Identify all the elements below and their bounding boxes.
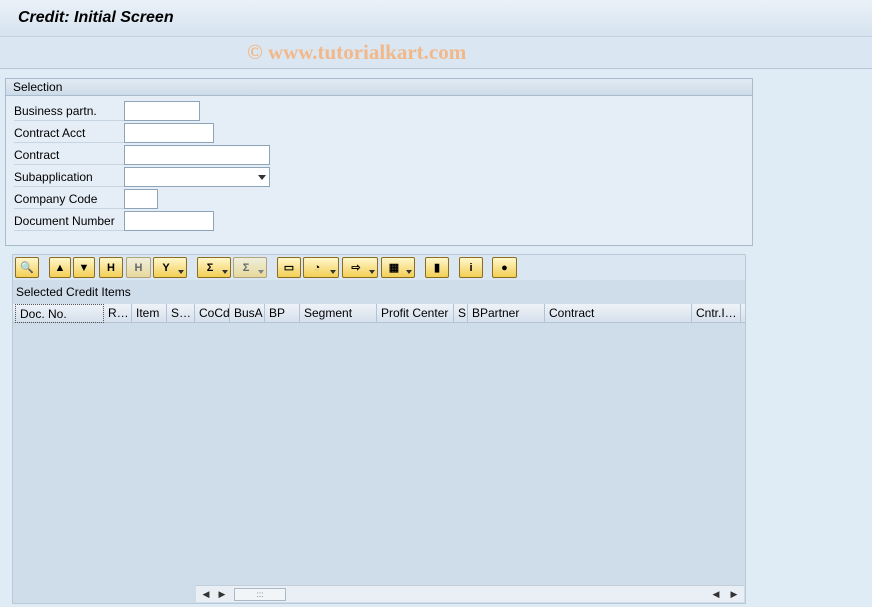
field-label: Company Code — [14, 189, 124, 209]
company-code-input[interactable] — [124, 189, 158, 209]
find-icon: H — [107, 261, 115, 274]
scroll-right-icon[interactable]: ▶ — [214, 587, 230, 602]
sort-ascending-button[interactable]: ▲ — [49, 257, 71, 278]
field-label: Contract Acct — [14, 123, 124, 143]
sum-icon: Σ — [206, 261, 214, 274]
dropdown-arrow-icon[interactable] — [406, 270, 412, 274]
scroll-thumb[interactable]: ::: — [234, 588, 286, 601]
column-header[interactable]: Segment — [300, 304, 377, 323]
chevron-down-icon[interactable] — [258, 175, 266, 180]
print-preview-icon: ▭ — [283, 262, 295, 274]
alv-grid: 🔍 ▲ ▼ H H Y Σ Σ ▭ ◔ ⇨ ▦ ▮ i ● Selected Credit Items Do… — [12, 254, 746, 604]
field-label: Contract — [14, 145, 124, 165]
details-icon: 🔍 — [20, 262, 34, 274]
sort-descending-button[interactable]: ▼ — [73, 257, 95, 278]
scroll-right-end-icon[interactable]: ▶ — [726, 587, 742, 602]
export-icon: ◔ — [313, 261, 321, 274]
grid-body — [13, 324, 745, 582]
dropdown-arrow-icon[interactable] — [178, 270, 184, 274]
contract-input[interactable] — [124, 145, 270, 165]
watermark: © www.tutorialkart.com — [247, 40, 467, 64]
subapplication-input[interactable] — [124, 167, 270, 187]
graphic-icon: ▮ — [433, 262, 441, 274]
color-wheel-icon: ● — [501, 261, 508, 274]
column-header[interactable]: Profit Center — [377, 304, 454, 323]
local-file-icon: ⇨ — [351, 262, 361, 274]
details-button[interactable]: 🔍 — [15, 257, 39, 278]
find-button[interactable]: H — [99, 257, 123, 278]
scroll-left-icon[interactable]: ◀ — [198, 587, 214, 602]
document-number-input[interactable] — [124, 211, 214, 231]
local-file-button[interactable]: ⇨ — [342, 257, 378, 278]
selection-group: Selection Business partn. Contract Acct Co… — [5, 78, 753, 246]
column-header[interactable]: BPartner — [468, 304, 545, 323]
subtotal-icon: Σ — [242, 261, 250, 274]
sort-descending-icon: ▼ — [78, 261, 90, 274]
graphic-button[interactable]: ▮ — [425, 257, 449, 278]
scroll-left-end-icon[interactable]: ◀ — [708, 587, 724, 602]
grid-toolbar: 🔍 ▲ ▼ H H Y Σ Σ ▭ ◔ ⇨ ▦ ▮ i ● — [13, 255, 745, 280]
selection-heading: Selection — [6, 79, 752, 96]
info-icon: i — [469, 261, 473, 274]
page-title: Credit: Initial Screen — [18, 9, 174, 26]
column-header[interactable]: Cntr.I… — [692, 304, 741, 323]
info-button[interactable]: i — [459, 257, 483, 278]
filter-button[interactable]: Y — [153, 257, 187, 278]
sort-ascending-icon: ▲ — [54, 261, 66, 274]
print-preview-button[interactable]: ▭ — [277, 257, 301, 278]
sum-button[interactable]: Σ — [197, 257, 231, 278]
subtotal-button[interactable]: Σ — [233, 257, 267, 278]
layout-icon: ▦ — [388, 262, 400, 274]
dropdown-arrow-icon[interactable] — [258, 270, 264, 274]
dropdown-arrow-icon[interactable] — [369, 270, 375, 274]
business-partn-input[interactable] — [124, 101, 200, 121]
column-header[interactable]: S — [454, 304, 468, 323]
field-label: Business partn. — [14, 101, 124, 121]
column-header[interactable]: Contract — [545, 304, 692, 323]
column-header[interactable]: S… — [167, 304, 195, 323]
field-label: Subapplication — [14, 167, 124, 187]
find-next-button[interactable]: H — [126, 257, 151, 278]
filter-icon: Y — [162, 261, 170, 274]
contract-acct-input[interactable] — [124, 123, 214, 143]
column-header[interactable]: R… — [104, 304, 132, 323]
dropdown-arrow-icon[interactable] — [222, 270, 228, 274]
field-label: Document Number — [14, 211, 124, 231]
column-header[interactable]: Doc. No. — [15, 304, 104, 323]
dropdown-arrow-icon[interactable] — [330, 270, 336, 274]
color-wheel-button[interactable]: ● — [492, 257, 517, 278]
export-button[interactable]: ◔ — [303, 257, 339, 278]
column-header[interactable]: BP — [265, 304, 300, 323]
grid-title: Selected Credit Items — [16, 285, 131, 299]
column-header[interactable]: Item — [132, 304, 167, 323]
layout-button[interactable]: ▦ — [381, 257, 415, 278]
column-header[interactable]: BusA — [230, 304, 265, 323]
column-header-row: Doc. No. R… Item S… CoCd BusA BP Segment Profit … — [13, 304, 745, 323]
column-header[interactable]: CoCd — [195, 304, 230, 323]
horizontal-scrollbar[interactable]: ◀ ▶ ::: ◀ ▶ — [196, 585, 744, 602]
find-next-icon: H — [134, 261, 143, 274]
